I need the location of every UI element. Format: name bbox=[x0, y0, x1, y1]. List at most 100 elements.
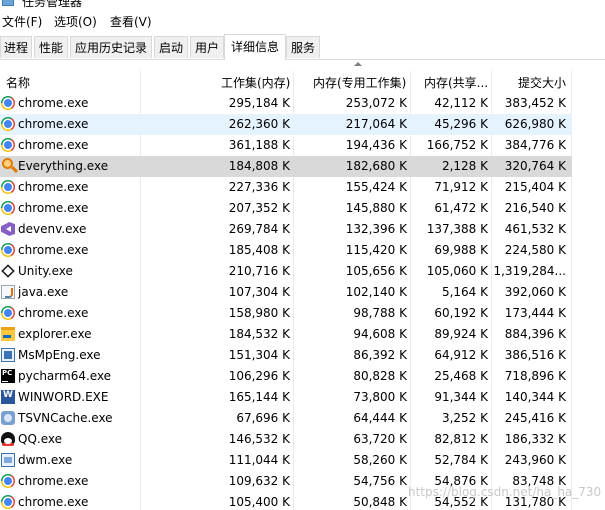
private-working-set-value: 64,444 K bbox=[353, 411, 407, 425]
visual-studio-icon bbox=[1, 222, 15, 236]
task-manager-icon bbox=[2, 0, 14, 6]
process-name: chrome.exe bbox=[18, 243, 89, 257]
column-header-working-set[interactable]: 工作集(内存) bbox=[221, 74, 290, 91]
private-working-set-value: 102,140 K bbox=[345, 285, 407, 299]
process-name: MsMpEng.exe bbox=[18, 348, 101, 362]
process-row[interactable]: explorer.exe 184,532 K 94,608 K 89,924 K 884… bbox=[0, 324, 572, 345]
process-row[interactable]: chrome.exe 295,184 K 253,072 K 42,112 K 383,… bbox=[0, 93, 572, 114]
process-row[interactable]: java.exe 107,304 K 102,140 K 5,164 K 392,060… bbox=[0, 282, 572, 303]
shared-working-set-value: 89,924 K bbox=[434, 327, 488, 341]
process-row[interactable]: dwm.exe 111,044 K 58,260 K 52,784 K 243,960 … bbox=[0, 450, 572, 471]
working-set-value: 210,716 K bbox=[228, 264, 290, 278]
commit-size-value: 384,776 K bbox=[504, 138, 566, 152]
process-row[interactable]: devenv.exe 269,784 K 132,396 K 137,388 K 461… bbox=[0, 219, 572, 240]
private-working-set-value: 132,396 K bbox=[345, 222, 407, 236]
process-name: pycharm64.exe bbox=[18, 369, 112, 383]
working-set-value: 158,980 K bbox=[228, 306, 290, 320]
process-row[interactable]: chrome.exe 185,408 K 115,420 K 69,988 K 224,… bbox=[0, 240, 572, 261]
shared-working-set-value: 82,812 K bbox=[434, 432, 488, 446]
working-set-value: 227,336 K bbox=[228, 180, 290, 194]
shared-working-set-value: 64,912 K bbox=[434, 348, 488, 362]
private-working-set-value: 50,848 K bbox=[353, 495, 407, 509]
chrome-icon bbox=[1, 306, 15, 320]
folder-icon bbox=[1, 327, 15, 341]
shared-working-set-value: 45,296 K bbox=[434, 117, 488, 131]
shared-working-set-value: 137,388 K bbox=[426, 222, 488, 236]
dwm-icon bbox=[1, 453, 15, 467]
process-row[interactable]: chrome.exe 158,980 K 98,788 K 60,192 K 173,4… bbox=[0, 303, 572, 324]
private-working-set-value: 86,392 K bbox=[353, 348, 407, 362]
tab-app-history[interactable]: 应用历史记录 bbox=[70, 36, 152, 58]
working-set-value: 109,632 K bbox=[228, 474, 290, 488]
tab-details[interactable]: 详细信息 bbox=[224, 34, 286, 60]
menu-view[interactable]: 查看(V) bbox=[110, 13, 152, 30]
private-working-set-value: 94,608 K bbox=[353, 327, 407, 341]
menu-options[interactable]: 选项(O) bbox=[54, 13, 97, 30]
shared-working-set-value: 61,472 K bbox=[434, 201, 488, 215]
process-row[interactable]: TSVNCache.exe 67,696 K 64,444 K 3,252 K 245,… bbox=[0, 408, 572, 429]
chrome-icon bbox=[1, 117, 15, 131]
commit-size-value: 461,532 K bbox=[504, 222, 566, 236]
process-row[interactable]: chrome.exe 207,352 K 145,880 K 61,472 K 216,… bbox=[0, 198, 572, 219]
window-title: 任务管理器 bbox=[22, 0, 83, 9]
shared-working-set-value: 91,344 K bbox=[434, 390, 488, 404]
process-row[interactable]: chrome.exe 227,336 K 155,424 K 71,912 K 215,… bbox=[0, 177, 572, 198]
working-set-value: 146,532 K bbox=[228, 432, 290, 446]
working-set-value: 151,304 K bbox=[228, 348, 290, 362]
tab-startup[interactable]: 启动 bbox=[154, 36, 188, 58]
process-row[interactable]: chrome.exe 262,360 K 217,064 K 45,296 K 626,… bbox=[0, 114, 572, 135]
chrome-icon bbox=[1, 243, 15, 257]
working-set-value: 67,696 K bbox=[236, 411, 290, 425]
process-name: dwm.exe bbox=[18, 453, 73, 467]
process-name: chrome.exe bbox=[18, 495, 89, 509]
menu-file[interactable]: 文件(F) bbox=[2, 13, 42, 30]
process-name: Everything.exe bbox=[18, 159, 109, 173]
working-set-value: 184,808 K bbox=[228, 159, 290, 173]
commit-size-value: 243,960 K bbox=[504, 453, 566, 467]
tab-services[interactable]: 服务 bbox=[286, 36, 320, 58]
qq-icon bbox=[1, 432, 15, 446]
shared-working-set-value: 25,468 K bbox=[434, 369, 488, 383]
process-row[interactable]: Unity.exe 210,716 K 105,656 K 105,060 K 1,31… bbox=[0, 261, 572, 282]
private-working-set-value: 105,656 K bbox=[345, 264, 407, 278]
shared-working-set-value: 60,192 K bbox=[434, 306, 488, 320]
private-working-set-value: 54,756 K bbox=[353, 474, 407, 488]
process-row[interactable]: MsMpEng.exe 151,304 K 86,392 K 64,912 K 386,… bbox=[0, 345, 572, 366]
working-set-value: 295,184 K bbox=[228, 96, 290, 110]
process-row[interactable]: QQ.exe 146,532 K 63,720 K 82,812 K 186,332 K bbox=[0, 429, 572, 450]
working-set-value: 361,188 K bbox=[228, 138, 290, 152]
pycharm-icon bbox=[1, 369, 15, 383]
tortoisesvn-icon bbox=[1, 411, 15, 425]
tab-performance[interactable]: 性能 bbox=[34, 36, 68, 58]
tab-users[interactable]: 用户 bbox=[190, 36, 224, 58]
tab-strip-baseline bbox=[0, 59, 605, 60]
commit-size-value: 392,060 K bbox=[504, 285, 566, 299]
process-row[interactable]: pycharm64.exe 106,296 K 80,828 K 25,468 K 71… bbox=[0, 366, 572, 387]
private-working-set-value: 80,828 K bbox=[353, 369, 407, 383]
column-header-shared-working-set[interactable]: 内存(共享... bbox=[424, 74, 488, 91]
working-set-value: 184,532 K bbox=[228, 327, 290, 341]
private-working-set-value: 253,072 K bbox=[345, 96, 407, 110]
chrome-icon bbox=[1, 96, 15, 110]
shared-working-set-value: 2,128 K bbox=[441, 159, 488, 173]
chrome-icon bbox=[1, 201, 15, 215]
process-row[interactable]: Everything.exe 184,808 K 182,680 K 2,128 K 3… bbox=[0, 156, 572, 177]
column-header-name[interactable]: 名称 bbox=[6, 74, 30, 91]
process-row[interactable]: WINWORD.EXE 165,144 K 73,800 K 91,344 K 140,… bbox=[0, 387, 572, 408]
commit-size-value: 215,404 K bbox=[504, 180, 566, 194]
private-working-set-value: 115,420 K bbox=[345, 243, 407, 257]
column-header-private-working-set[interactable]: 内存(专用工作集) bbox=[313, 74, 406, 91]
process-row[interactable]: chrome.exe 361,188 K 194,436 K 166,752 K 384… bbox=[0, 135, 572, 156]
unity-icon bbox=[1, 264, 15, 278]
column-header-commit-size[interactable]: 提交大小 bbox=[518, 74, 566, 91]
shared-working-set-value: 42,112 K bbox=[434, 96, 488, 110]
process-name: chrome.exe bbox=[18, 180, 89, 194]
commit-size-value: 245,416 K bbox=[504, 411, 566, 425]
tab-processes[interactable]: 进程 bbox=[0, 36, 32, 58]
commit-size-value: 383,452 K bbox=[504, 96, 566, 110]
private-working-set-value: 145,880 K bbox=[345, 201, 407, 215]
working-set-value: 262,360 K bbox=[228, 117, 290, 131]
working-set-value: 165,144 K bbox=[228, 390, 290, 404]
commit-size-value: 186,332 K bbox=[504, 432, 566, 446]
chrome-icon bbox=[1, 138, 15, 152]
